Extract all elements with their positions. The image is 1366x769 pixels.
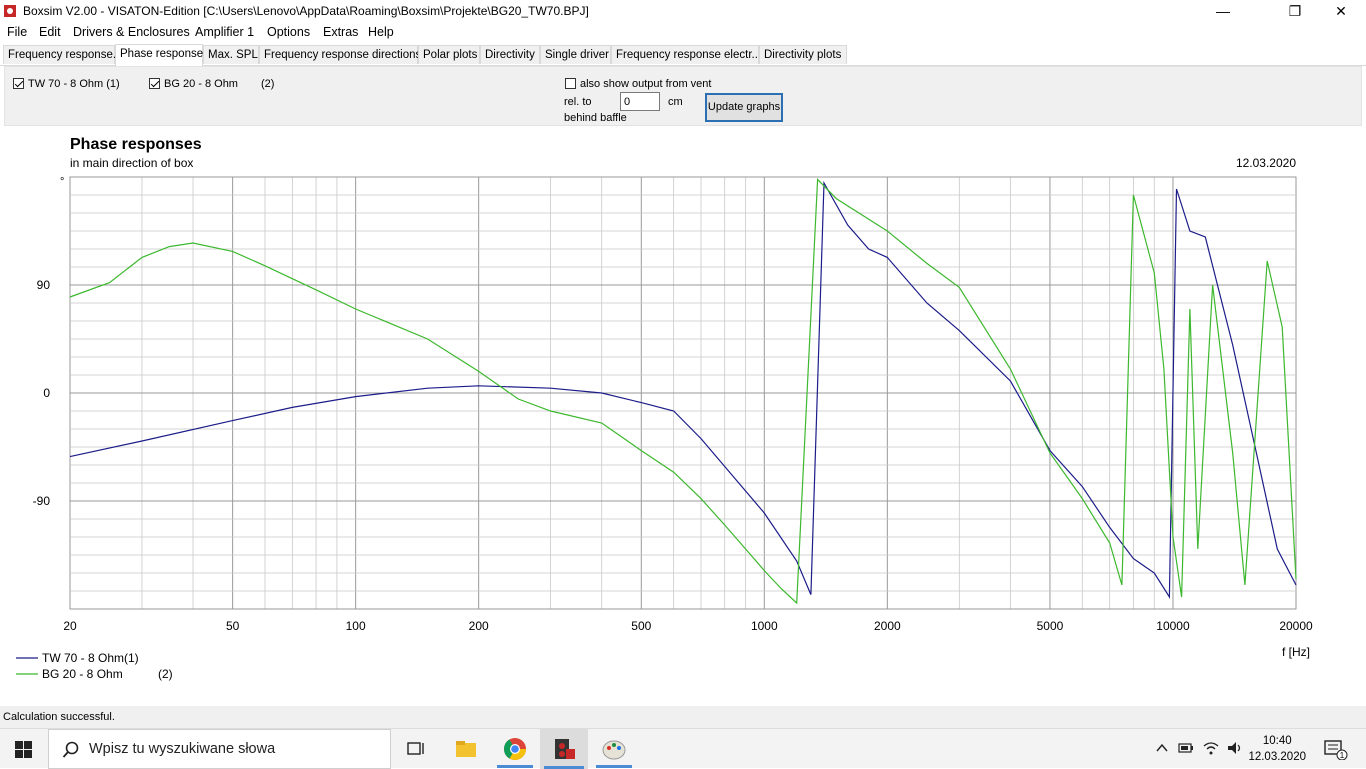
behind-baffle-label: behind baffle [564, 112, 627, 124]
y-tick-label: 0 [43, 386, 50, 400]
grid [69, 176, 1297, 610]
tab-directivity-plots[interactable]: Directivity plots [759, 45, 847, 64]
status-bar: Calculation successful. [0, 706, 1366, 728]
chart-subtitle: in main direction of box [70, 156, 193, 170]
x-tick-label: 500 [631, 619, 651, 633]
driver1-checkbox[interactable] [13, 78, 24, 89]
volume-icon[interactable] [1226, 740, 1244, 756]
tab-max-spl[interactable]: Max. SPL [203, 45, 259, 64]
clock[interactable]: 10:40 12.03.2020 [1248, 733, 1306, 765]
x-tick-label: 10000 [1156, 619, 1190, 633]
x-tick-label: 20 [63, 619, 77, 633]
maximize-button[interactable]: ❐ [1272, 0, 1318, 22]
chart-date: 12.03.2020 [1236, 156, 1296, 170]
tab-frequency-response-electrical[interactable]: Frequency response electr.. [611, 45, 759, 64]
notification-count: 1 [1340, 751, 1345, 760]
x-tick-label: 200 [469, 619, 489, 633]
x-tick-label: 100 [346, 619, 366, 633]
tab-strip: Frequency response. Phase response Max. … [0, 44, 1366, 66]
menu-bar: File Edit Drivers & Enclosures Amplifier… [0, 22, 1366, 42]
x-tick-label: 1000 [751, 619, 778, 633]
chevron-up-icon[interactable] [1156, 743, 1168, 753]
boxsim-taskbar-button[interactable] [540, 729, 588, 769]
tab-frequency-response-directions[interactable]: Frequency response directions [259, 45, 421, 64]
vent-output-label: also show output from vent [580, 78, 712, 90]
vent-output-checkbox[interactable] [565, 78, 576, 89]
x-tick-label: 2000 [874, 619, 901, 633]
legend-label-bg20: BG 20 - 8 Ohm [42, 667, 123, 681]
tab-frequency-response[interactable]: Frequency response. [3, 45, 116, 64]
plot-area: Phase responses in main direction of box… [0, 127, 1366, 705]
taskbar: Wpisz tu wyszukiwane słowa 10:40 12.03.2… [0, 728, 1366, 769]
title-bar: Boxsim V2.00 - VISATON-Edition [C:\Users… [0, 0, 1366, 22]
tab-polar-plots[interactable]: Polar plots [418, 45, 480, 64]
y-axis-unit: ° [60, 176, 64, 188]
paint-icon[interactable] [600, 735, 628, 763]
driver2-checkbox[interactable] [149, 78, 160, 89]
menu-amplifier[interactable]: Amplifier 1 [195, 25, 254, 39]
wifi-icon[interactable] [1202, 740, 1220, 756]
x-tick-label: 50 [226, 619, 240, 633]
vent-distance-input[interactable] [620, 92, 660, 111]
menu-extras[interactable]: Extras [323, 25, 358, 39]
menu-options[interactable]: Options [267, 25, 310, 39]
menu-file[interactable]: File [7, 25, 27, 39]
menu-edit[interactable]: Edit [39, 25, 61, 39]
driver1-label: TW 70 - 8 Ohm (1) [28, 78, 120, 90]
driver2-number: (2) [261, 78, 275, 90]
battery-icon[interactable] [1178, 741, 1194, 755]
boxsim-taskbar-icon [555, 739, 575, 759]
driver2-label: BG 20 - 8 Ohm [164, 78, 238, 90]
phase-chart: Phase responses in main direction of box… [16, 136, 1313, 681]
menu-drivers-enclosures[interactable]: Drivers & Enclosures [73, 25, 190, 39]
y-tick-label: 90 [37, 278, 51, 292]
search-placeholder: Wpisz tu wyszukiwane słowa [89, 741, 276, 757]
status-text: Calculation successful. [3, 711, 115, 723]
windows-start-icon[interactable] [15, 741, 32, 758]
chart-title: Phase responses [70, 136, 202, 153]
tab-directivity[interactable]: Directivity [480, 45, 540, 64]
chrome-icon[interactable] [501, 735, 529, 763]
minimize-button[interactable]: — [1200, 0, 1246, 22]
search-icon [62, 741, 79, 758]
legend-label-tw70: TW 70 - 8 Ohm(1) [42, 651, 139, 665]
rel-to-label: rel. to [564, 96, 592, 108]
window-title: Boxsim V2.00 - VISATON-Edition [C:\Users… [23, 4, 589, 18]
file-explorer-icon[interactable] [452, 735, 480, 763]
task-view-icon[interactable] [402, 735, 430, 763]
clock-date: 12.03.2020 [1248, 751, 1306, 763]
vent-unit-label: cm [668, 96, 683, 108]
controls-panel: TW 70 - 8 Ohm (1) BG 20 - 8 Ohm (2) also… [4, 66, 1362, 126]
taskbar-search[interactable]: Wpisz tu wyszukiwane słowa [48, 729, 391, 769]
tab-phase-response[interactable]: Phase response [115, 44, 203, 66]
tab-single-driver[interactable]: Single driver [540, 45, 611, 64]
x-tick-label: 5000 [1037, 619, 1064, 633]
y-tick-label: -90 [33, 494, 51, 508]
legend-suffix-bg20: (2) [158, 667, 173, 681]
legend: TW 70 - 8 Ohm(1) BG 20 - 8 Ohm (2) [16, 651, 173, 681]
boxsim-app-icon [4, 5, 16, 17]
x-tick-label: 20000 [1279, 619, 1313, 633]
close-button[interactable]: ✕ [1318, 0, 1364, 22]
update-graphs-button[interactable]: Update graphs [705, 93, 783, 122]
notifications-icon[interactable]: 1 [1324, 740, 1348, 760]
menu-help[interactable]: Help [368, 25, 394, 39]
x-axis-label: f [Hz] [1282, 645, 1310, 659]
clock-time: 10:40 [1262, 735, 1292, 747]
